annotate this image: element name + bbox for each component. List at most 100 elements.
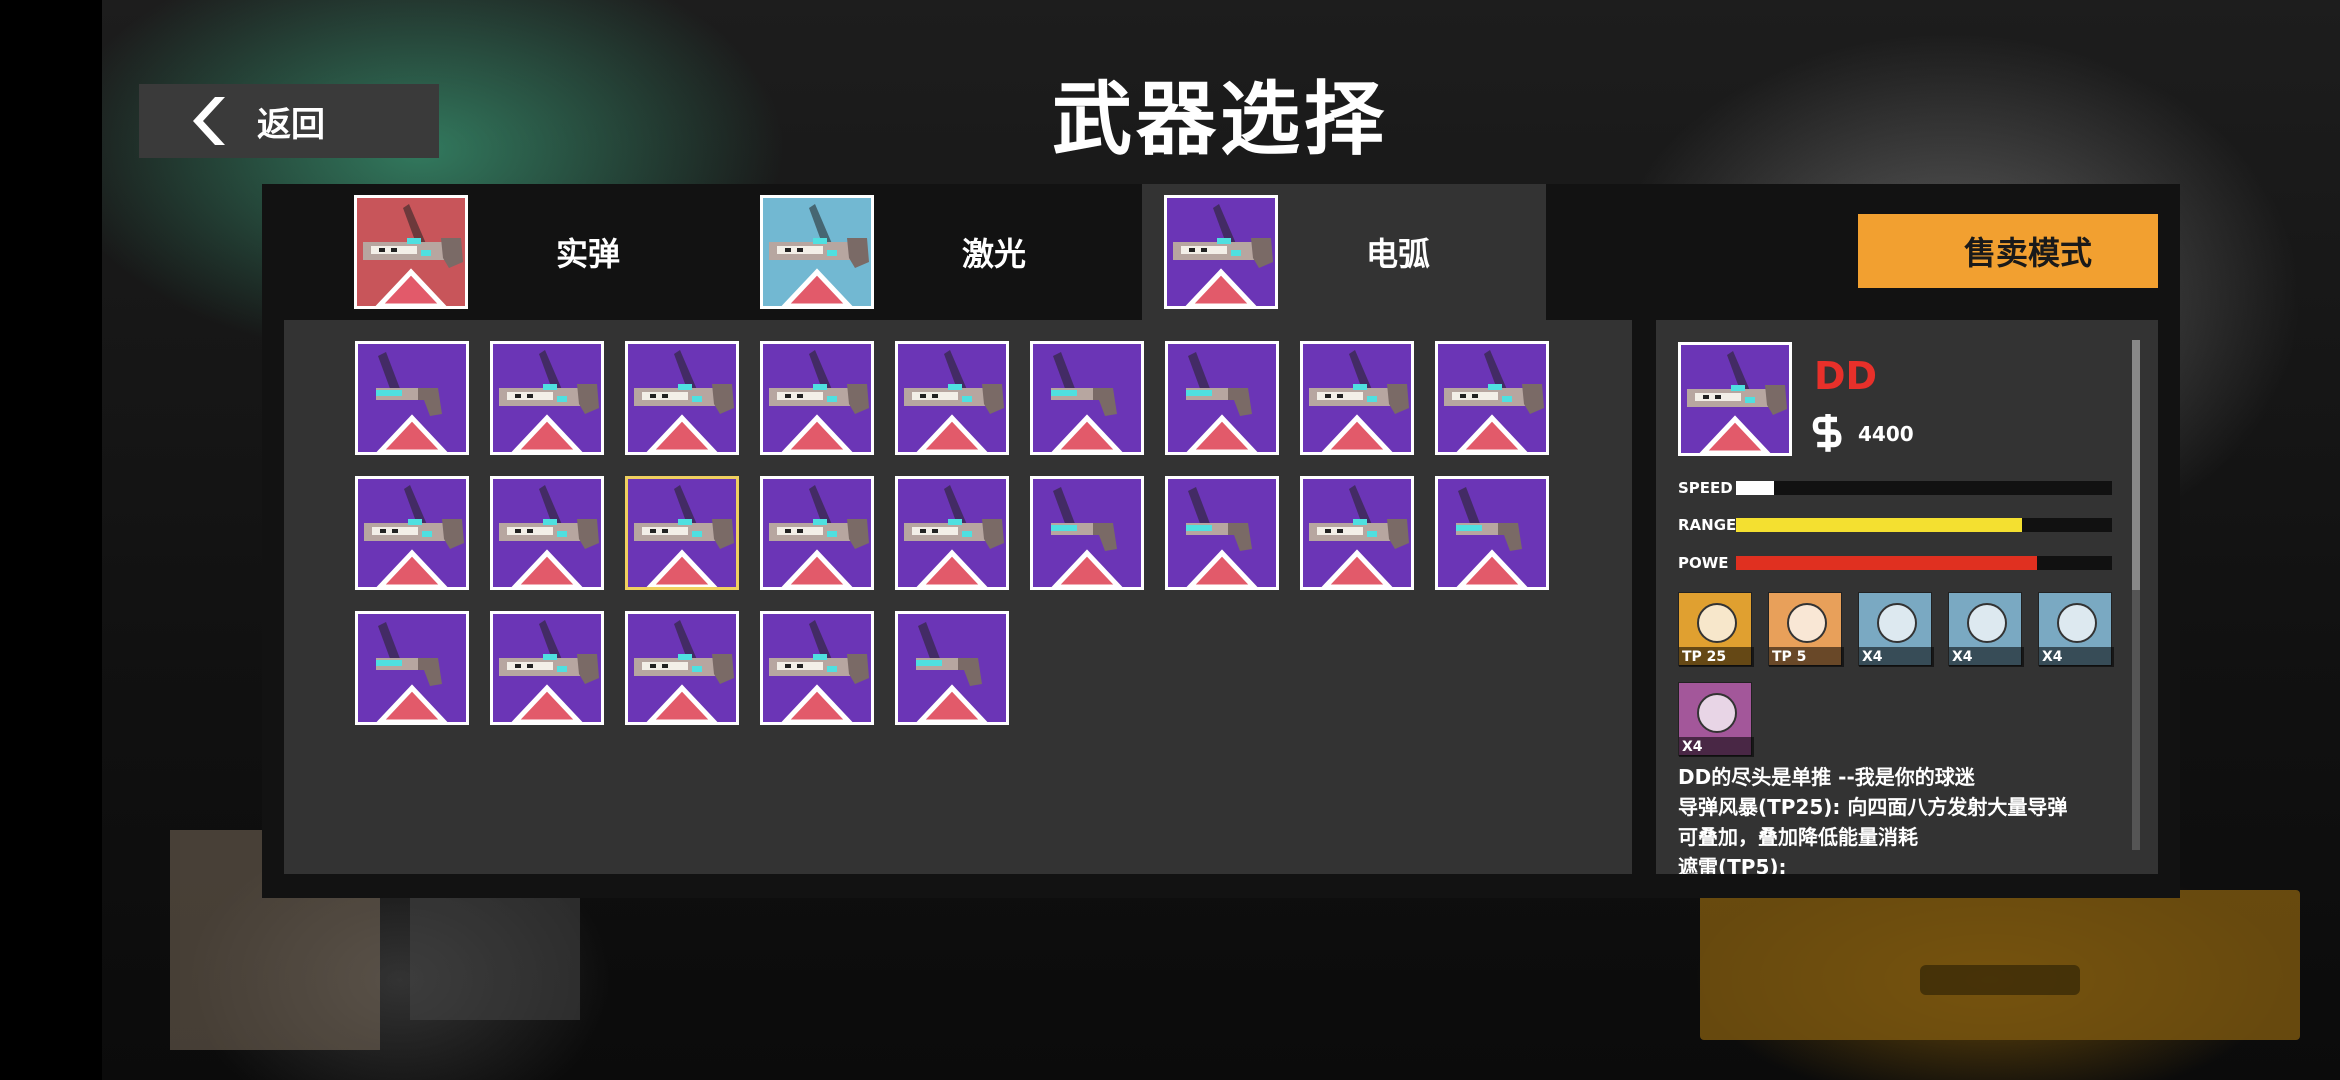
detail-weapon-icon xyxy=(1678,342,1792,456)
stat-range-fill xyxy=(1736,518,2022,532)
tab-kinetic[interactable]: 实弹 xyxy=(262,184,666,320)
weapon-slot[interactable] xyxy=(895,611,1009,725)
tab-laser[interactable]: 激光 xyxy=(666,184,1070,320)
background-card xyxy=(410,880,580,1020)
weapon-slot[interactable] xyxy=(1030,476,1144,590)
weapon-slot[interactable] xyxy=(1165,341,1279,455)
sell-mode-button[interactable]: 售卖模式 xyxy=(1858,214,2158,288)
tab-kinetic-label: 实弹 xyxy=(556,235,621,273)
ability-chip[interactable]: X4 xyxy=(1678,682,1754,757)
stat-power-label: POWE xyxy=(1678,554,1729,572)
pistol-icon xyxy=(916,622,988,722)
weapon-slot[interactable] xyxy=(760,476,874,590)
rifle-icon xyxy=(364,485,464,587)
background-start-label xyxy=(1920,965,2080,995)
ability-chip[interactable]: TP 25 xyxy=(1678,592,1754,667)
description-line: DD的尽头是单推 --我是你的球迷 xyxy=(1678,765,1975,789)
rifle-icon xyxy=(769,620,869,722)
ability-chip-label: X4 xyxy=(1679,737,1754,757)
weapon-slot[interactable] xyxy=(895,341,1009,455)
pistol-icon xyxy=(1186,352,1258,452)
weapon-slot[interactable] xyxy=(355,611,469,725)
ability-chip[interactable]: X4 xyxy=(2038,592,2114,667)
rifle-icon xyxy=(1687,351,1787,453)
rifle-icon xyxy=(769,485,869,587)
back-label: 返回 xyxy=(257,104,325,145)
pistol-icon xyxy=(1186,487,1258,587)
ability-chip[interactable]: X4 xyxy=(1858,592,1934,667)
ability-chip[interactable]: TP 5 xyxy=(1768,592,1844,667)
pistol-icon xyxy=(376,352,448,452)
rifle-icon xyxy=(499,485,599,587)
stat-range: RANGE xyxy=(1678,515,1738,535)
stat-range-label: RANGE xyxy=(1678,516,1737,534)
rifle-icon xyxy=(769,204,869,306)
pistol-icon xyxy=(1456,487,1528,587)
sell-mode-label: 售卖模式 xyxy=(1963,234,2092,272)
weapon-slot[interactable] xyxy=(625,341,739,455)
page-title: 武器选择 xyxy=(1052,73,1388,166)
chip-icon xyxy=(1697,693,1737,733)
stat-range-bar xyxy=(1736,518,2112,532)
weapon-slot-selected[interactable] xyxy=(625,476,739,590)
weapon-slot[interactable] xyxy=(490,341,604,455)
tab-arc-label: 电弧 xyxy=(1366,235,1431,273)
weapon-detail-panel: DD 4400 SPEED RANGE POWE TP 25 TP 5 X4 X4 X4… xyxy=(1656,320,2158,874)
stat-speed-fill xyxy=(1736,481,1774,495)
weapon-slot[interactable] xyxy=(760,341,874,455)
weapon-slot[interactable] xyxy=(1030,341,1144,455)
weapon-slot[interactable] xyxy=(1435,341,1549,455)
weapon-slot[interactable] xyxy=(895,476,1009,590)
stat-power-fill xyxy=(1736,556,2037,570)
weapon-price: 4400 xyxy=(1858,422,1914,446)
weapon-slot[interactable] xyxy=(355,341,469,455)
tab-laser-label: 激光 xyxy=(962,235,1027,273)
stat-speed: SPEED xyxy=(1678,478,1738,498)
rifle-icon xyxy=(904,485,1004,587)
stat-speed-bar xyxy=(1736,481,2112,495)
weapon-slot[interactable] xyxy=(625,611,739,725)
tab-laser-icon xyxy=(760,195,874,309)
rifle-icon xyxy=(1309,350,1409,452)
rifle-icon xyxy=(769,350,869,452)
weapon-description: DD的尽头是单推 --我是你的球迷 导弹风暴(TP25): 向四面八方发射大量导… xyxy=(1678,762,2118,874)
ability-chip-label: X4 xyxy=(1949,647,2024,667)
stat-speed-label: SPEED xyxy=(1678,479,1733,497)
stat-power: POWE xyxy=(1678,553,1738,573)
weapon-name: DD xyxy=(1814,354,1878,398)
rifle-icon xyxy=(1173,204,1273,306)
weapon-slot[interactable] xyxy=(760,611,874,725)
weapon-slot[interactable] xyxy=(1435,476,1549,590)
tab-kinetic-icon xyxy=(354,195,468,309)
pistol-icon xyxy=(1051,487,1123,587)
tab-arc-icon xyxy=(1164,195,1278,309)
chevron-left-icon xyxy=(193,97,225,145)
rifle-icon xyxy=(1444,350,1544,452)
stat-power-bar xyxy=(1736,556,2112,570)
ability-chip[interactable]: X4 xyxy=(1948,592,2024,667)
weapon-slot[interactable] xyxy=(1300,476,1414,590)
detail-scrollbar[interactable] xyxy=(2132,340,2140,850)
weapon-slot[interactable] xyxy=(1300,341,1414,455)
back-button[interactable]: 返回 xyxy=(139,84,439,158)
weapon-slot[interactable] xyxy=(355,476,469,590)
drone-icon xyxy=(2057,603,2097,643)
rifle-icon xyxy=(499,620,599,722)
weapon-slot[interactable] xyxy=(490,476,604,590)
ability-chip-label: TP 25 xyxy=(1679,647,1754,667)
mine-icon xyxy=(1787,603,1827,643)
tab-arc[interactable]: 电弧 xyxy=(1142,184,1546,320)
missile-icon xyxy=(1697,603,1737,643)
weapon-slot[interactable] xyxy=(1165,476,1279,590)
rifle-icon xyxy=(1309,485,1409,587)
dollar-icon xyxy=(1812,414,1842,452)
weapon-slot[interactable] xyxy=(490,611,604,725)
pistol-icon xyxy=(1051,352,1123,452)
rifle-icon xyxy=(499,350,599,452)
rifle-icon xyxy=(634,620,734,722)
ability-chip-label: X4 xyxy=(1859,647,1934,667)
ability-chip-label: X4 xyxy=(2039,647,2114,667)
detail-scroll-thumb[interactable] xyxy=(2132,340,2140,590)
rifle-icon xyxy=(634,485,734,587)
skull-icon xyxy=(1877,603,1917,643)
